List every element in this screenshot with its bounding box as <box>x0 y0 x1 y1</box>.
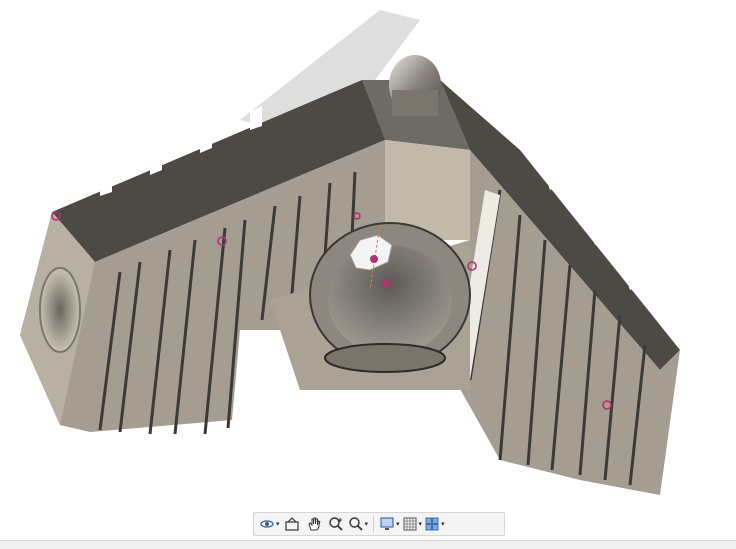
orbit-icon <box>259 516 275 532</box>
grid-dropdown-caret[interactable]: ▾ <box>419 520 423 528</box>
orbit-button[interactable]: ▾ <box>258 514 281 534</box>
pan-button[interactable] <box>303 514 325 534</box>
navigation-toolbar: ▾ ▾ ▾ ▾ ▾ <box>253 512 505 536</box>
cup-bottom-ring <box>324 343 446 373</box>
left-threaded-hole <box>39 267 81 353</box>
pan-hand-icon <box>306 516 322 532</box>
fit-zoom-icon <box>348 516 364 532</box>
zoom-icon <box>328 516 344 532</box>
grid-button[interactable]: ▾ <box>401 514 424 534</box>
3d-model-render[interactable] <box>0 0 736 540</box>
zoom-button[interactable] <box>325 514 347 534</box>
fit-zoom-dropdown-caret[interactable]: ▾ <box>365 520 369 528</box>
toolbar-divider <box>373 516 375 532</box>
look-at-icon <box>284 516 300 532</box>
canvas-viewport[interactable] <box>0 0 736 540</box>
orbit-dropdown-caret[interactable]: ▾ <box>276 520 280 528</box>
cup-inner <box>328 245 452 355</box>
grid-icon <box>402 516 418 532</box>
viewports-icon <box>424 516 440 532</box>
look-at-button[interactable] <box>281 514 303 534</box>
viewports-button[interactable]: ▾ <box>423 514 446 534</box>
display-settings-button[interactable]: ▾ <box>378 514 401 534</box>
display-settings-dropdown-caret[interactable]: ▾ <box>396 520 400 528</box>
display-settings-icon <box>379 516 395 532</box>
fit-zoom-button[interactable]: ▾ <box>347 514 370 534</box>
viewports-dropdown-caret[interactable]: ▾ <box>441 520 445 528</box>
